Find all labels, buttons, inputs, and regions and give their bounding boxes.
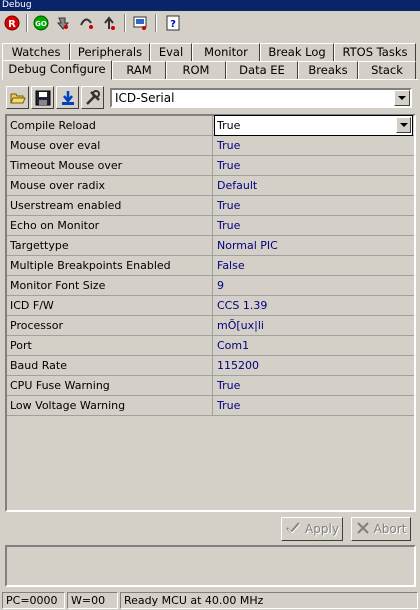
property-name: Mouse over eval xyxy=(7,136,213,156)
reset-icon[interactable]: R xyxy=(2,13,22,33)
abort-button[interactable]: Abort xyxy=(351,517,411,541)
checkmark-icon xyxy=(285,521,301,538)
property-value[interactable]: True xyxy=(215,156,414,176)
property-value[interactable]: False xyxy=(215,256,414,276)
chevron-down-icon[interactable] xyxy=(394,90,410,106)
output-panel xyxy=(5,545,416,587)
svg-text:R: R xyxy=(8,19,16,30)
tab-data-ee[interactable]: Data EE xyxy=(226,61,298,80)
property-value[interactable]: Normal PIC xyxy=(215,236,414,256)
window-title: Debug xyxy=(0,0,420,11)
save-disk-icon[interactable] xyxy=(31,86,54,109)
property-value[interactable]: 115200 xyxy=(215,356,414,376)
snapshot-icon[interactable] xyxy=(130,13,150,33)
tab-eval[interactable]: Eval xyxy=(150,43,192,62)
property-value[interactable]: 9 xyxy=(215,276,414,296)
open-folder-icon[interactable] xyxy=(6,86,29,109)
close-icon xyxy=(356,521,370,538)
property-row[interactable]: Baud Rate 115200 xyxy=(7,356,414,376)
property-row[interactable]: Mouse over radix Default xyxy=(7,176,414,196)
property-value[interactable]: Default xyxy=(215,176,414,196)
property-name: Targettype xyxy=(7,236,213,256)
tab-monitor[interactable]: Monitor xyxy=(192,43,260,62)
property-value-editor[interactable]: True xyxy=(214,115,413,136)
target-select-value: ICD-Serial xyxy=(115,91,175,105)
property-name: Low Voltage Warning xyxy=(7,396,213,416)
status-bar: PC=0000 W=00 Ready MCU at 40.00 MHz xyxy=(0,591,420,610)
status-pc: PC=0000 xyxy=(2,592,65,609)
property-value[interactable]: mÕ[ux|li xyxy=(215,316,414,336)
property-name: Userstream enabled xyxy=(7,196,213,216)
property-value: True xyxy=(217,119,241,132)
status-w: W=00 xyxy=(67,592,118,609)
help-icon[interactable]: ? xyxy=(163,13,183,33)
download-icon[interactable] xyxy=(56,86,79,109)
property-row[interactable]: Targettype Normal PIC xyxy=(7,236,414,256)
go-icon[interactable]: GO xyxy=(31,13,51,33)
property-name: Port xyxy=(7,336,213,356)
property-row[interactable]: Port Com1 xyxy=(7,336,414,356)
apply-button[interactable]: Apply xyxy=(281,517,343,541)
property-value[interactable]: True xyxy=(215,136,414,156)
tab-break-log[interactable]: Break Log xyxy=(260,43,334,62)
property-value[interactable]: CCS 1.39 xyxy=(215,296,414,316)
tab-ram[interactable]: RAM xyxy=(112,61,166,80)
property-name: Monitor Font Size xyxy=(7,276,213,296)
property-row[interactable]: Userstream enabled True xyxy=(7,196,414,216)
abort-label: Abort xyxy=(373,522,407,536)
property-row[interactable]: Timeout Mouse over True xyxy=(7,156,414,176)
property-name: Mouse over radix xyxy=(7,176,213,196)
property-name: Compile Reload xyxy=(7,116,213,136)
tab-debug-configure[interactable]: Debug Configure xyxy=(2,60,112,80)
svg-text:?: ? xyxy=(170,19,176,30)
tab-row-2: Debug Configure RAM ROM Data EE Breaks S… xyxy=(0,60,420,80)
property-row[interactable]: Low Voltage Warning True xyxy=(7,396,414,416)
property-name: CPU Fuse Warning xyxy=(7,376,213,396)
property-row[interactable]: Monitor Font Size 9 xyxy=(7,276,414,296)
chevron-down-icon[interactable] xyxy=(396,117,411,133)
property-value[interactable]: True xyxy=(215,216,414,236)
property-name: Timeout Mouse over xyxy=(7,156,213,176)
svg-text:GO: GO xyxy=(35,20,47,28)
property-name: Baud Rate xyxy=(7,356,213,376)
property-grid: Compile Reload True Mouse over eval True… xyxy=(5,114,416,512)
tab-rtos-tasks[interactable]: RTOS Tasks xyxy=(334,43,416,62)
property-row[interactable]: Processor mÕ[ux|li xyxy=(7,316,414,336)
property-row[interactable]: Multiple Breakpoints Enabled False xyxy=(7,256,414,276)
step-into-icon[interactable] xyxy=(53,13,73,33)
tab-stack[interactable]: Stack xyxy=(358,61,416,80)
status-message: Ready MCU at 40.00 MHz xyxy=(120,592,418,609)
property-row[interactable]: Compile Reload True xyxy=(7,115,414,136)
apply-label: Apply xyxy=(305,522,339,536)
property-row[interactable]: Mouse over eval True xyxy=(7,136,414,156)
property-value[interactable]: True xyxy=(215,396,414,416)
tools-icon[interactable] xyxy=(81,86,104,109)
step-out-icon[interactable] xyxy=(99,13,119,33)
property-name: Echo on Monitor xyxy=(7,216,213,236)
tab-breaks[interactable]: Breaks xyxy=(298,61,358,80)
property-name: Processor xyxy=(7,316,213,336)
property-name: Multiple Breakpoints Enabled xyxy=(7,256,213,276)
step-over-icon[interactable] xyxy=(76,13,96,33)
tab-rom[interactable]: ROM xyxy=(166,61,226,80)
property-row[interactable]: Echo on Monitor True xyxy=(7,216,414,236)
debug-toolbar: R GO ? xyxy=(0,11,420,35)
property-name: ICD F/W xyxy=(7,296,213,316)
target-select[interactable]: ICD-Serial xyxy=(110,88,412,108)
property-value[interactable]: True xyxy=(215,196,414,216)
property-value[interactable]: Com1 xyxy=(215,336,414,356)
property-value[interactable]: True xyxy=(215,376,414,396)
property-row[interactable]: ICD F/W CCS 1.39 xyxy=(7,296,414,316)
property-row[interactable]: CPU Fuse Warning True xyxy=(7,376,414,396)
